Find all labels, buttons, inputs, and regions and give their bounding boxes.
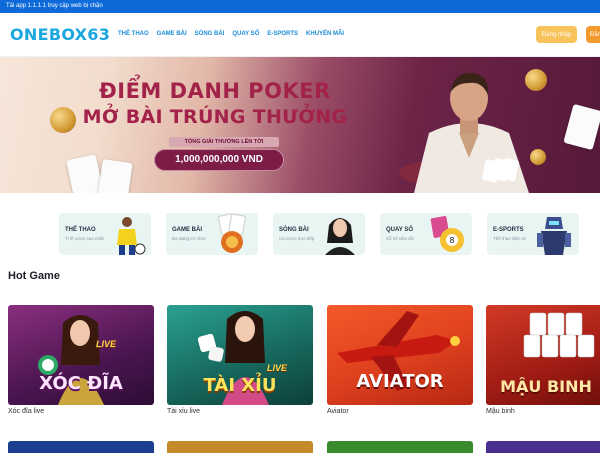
poker-player-illustration — [399, 72, 529, 193]
section-title-hot-game: Hot Game — [8, 270, 60, 282]
banner-title-line2: MỞ BÀI TRÚNG THƯỞNG — [82, 106, 348, 128]
game-card-partial[interactable] — [167, 441, 313, 453]
category-card-sports[interactable]: THỂ THAO Tỉ lệ cược cao nhất — [59, 213, 151, 255]
game-card-xoc-dia[interactable]: LIVE XÓC ĐĨA — [8, 305, 154, 405]
category-subtitle: Tỉ lệ cược cao nhất — [65, 236, 104, 241]
lottery-ball-icon: 8 — [430, 216, 464, 252]
category-card-casino[interactable]: SÒNG BÀI Ca cược trực tiếp — [273, 213, 365, 255]
category-subtitle: Xổ số siêu tốc — [386, 236, 415, 241]
nav-item-card-games[interactable]: GAME BÀI — [157, 31, 187, 37]
game-title-art: AVIATOR — [356, 371, 444, 392]
main-nav: THỂ THAO GAME BÀI SÒNG BÀI QUAY SỐ E-SPO… — [118, 31, 344, 37]
dealer-icon — [325, 218, 355, 255]
category-title: QUAY SỐ — [386, 227, 414, 233]
category-subtitle: Đa dạng trò chơi — [172, 236, 206, 241]
top-notice-text: Tải app 1.1.1.1 truy cập web bị chặn — [6, 3, 103, 9]
nav-item-casino[interactable]: SÒNG BÀI — [195, 31, 225, 37]
promo-banner[interactable]: ĐIỂM DANH POKER MỞ BÀI TRÚNG THƯỞNG TỔNG… — [0, 57, 600, 193]
game-card-partial[interactable] — [8, 441, 154, 453]
nav-item-promotions[interactable]: KHUYẾN MÃI — [306, 31, 344, 37]
site-header: ONEBOX63 THỂ THAO GAME BÀI SÒNG BÀI QUAY… — [0, 13, 600, 57]
game-name[interactable]: Tài xỉu live — [167, 408, 200, 415]
playing-card-icon — [97, 159, 133, 193]
live-tag: LIVE — [267, 363, 288, 373]
svg-text:8: 8 — [449, 236, 454, 245]
login-button[interactable]: Đăng nhập — [536, 26, 577, 43]
soccer-player-icon — [117, 217, 146, 255]
category-title: THỂ THAO — [65, 227, 96, 233]
nav-item-esports[interactable]: E-SPORTS — [267, 31, 298, 37]
prize-value: 1,000,000,000 VND — [154, 149, 284, 171]
category-title: GAME BÀI — [172, 227, 202, 233]
banner-title-line1: ĐIỂM DANH POKER — [99, 79, 331, 103]
site-logo[interactable]: ONEBOX63 — [10, 25, 110, 44]
prize-label: TỔNG GIẢI THƯỞNG LÊN TỚI — [169, 137, 279, 147]
category-subtitle: Thể thao điện tử — [493, 236, 527, 241]
card-chips-icon — [217, 213, 246, 253]
register-button[interactable]: Đăng ký — [586, 26, 600, 43]
game-card-partial[interactable] — [327, 441, 473, 453]
game-name[interactable]: Mậu binh — [486, 408, 515, 415]
game-card-partial[interactable] — [486, 441, 600, 453]
top-notice-bar: Tải app 1.1.1.1 truy cập web bị chặn — [0, 0, 600, 13]
nav-item-sports[interactable]: THỂ THAO — [118, 31, 149, 37]
playing-card-icon — [563, 103, 600, 151]
game-name[interactable]: Aviator — [327, 408, 349, 415]
game-title-art: TÀI XỈU — [203, 375, 277, 396]
game-card-aviator[interactable]: AVIATOR — [327, 305, 473, 405]
game-title-art: MẬU BINH — [500, 377, 592, 396]
category-card-card-games[interactable]: GAME BÀI Đa dạng trò chơi — [166, 213, 258, 255]
game-card-tai-xiu[interactable]: LIVE TÀI XỈU — [167, 305, 313, 405]
game-name[interactable]: Xóc đĩa live — [8, 408, 44, 415]
live-tag: LIVE — [96, 339, 117, 349]
category-title: SÒNG BÀI — [279, 227, 309, 233]
category-card-lottery[interactable]: QUAY SỐ Xổ số siêu tốc 8 — [380, 213, 472, 255]
category-title: E-SPORTS — [493, 227, 524, 233]
category-subtitle: Ca cược trực tiếp — [279, 236, 315, 241]
category-card-esports[interactable]: E-SPORTS Thể thao điện tử — [487, 213, 579, 255]
game-card-mau-binh[interactable]: MẬU BINH — [486, 305, 600, 405]
robot-warrior-icon — [537, 217, 571, 255]
game-title-art: XÓC ĐĨA — [39, 373, 123, 394]
nav-item-lottery[interactable]: QUAY SỐ — [232, 31, 259, 37]
